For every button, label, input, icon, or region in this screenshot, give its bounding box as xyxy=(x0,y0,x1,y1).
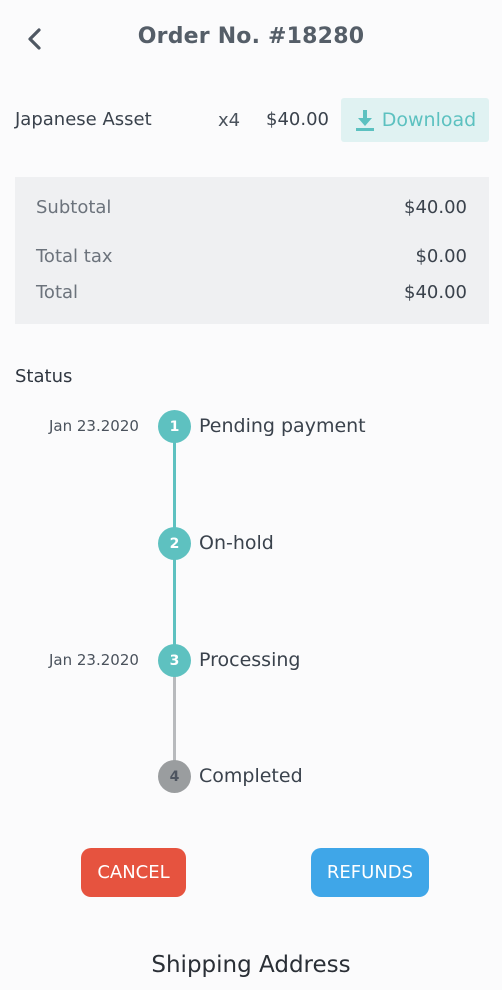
tax-label: Total tax xyxy=(36,246,113,267)
total-value: $40.00 xyxy=(404,282,467,303)
cancel-button[interactable]: CANCEL xyxy=(81,848,186,897)
subtotal-label: Subtotal xyxy=(36,197,112,218)
step-label: Completed xyxy=(199,765,303,787)
total-label: Total xyxy=(36,282,79,303)
item-name: Japanese Asset xyxy=(15,109,152,130)
status-heading: Status xyxy=(15,366,73,387)
download-button[interactable]: Download xyxy=(341,98,489,142)
header: Order No. #18280 xyxy=(0,0,502,80)
download-label: Download xyxy=(381,109,477,131)
page-title: Order No. #18280 xyxy=(137,24,365,49)
step-number-badge: 4 xyxy=(158,760,191,793)
step-number-badge: 2 xyxy=(158,527,191,560)
step-label: Pending payment xyxy=(199,415,366,437)
step-date: Jan 23.2020 xyxy=(49,651,139,669)
order-summary: Subtotal $40.00 Total tax $0.00 Total $4… xyxy=(15,177,489,324)
step-number-badge: 3 xyxy=(158,644,191,677)
timeline-line-pending xyxy=(173,660,176,776)
download-icon xyxy=(355,110,374,131)
step-number-badge: 1 xyxy=(158,410,191,443)
item-quantity: x4 xyxy=(218,110,241,131)
subtotal-value: $40.00 xyxy=(404,197,467,218)
item-price: $40.00 xyxy=(266,109,329,130)
refunds-button[interactable]: REFUNDS xyxy=(311,848,429,897)
step-label: Processing xyxy=(199,649,301,671)
shipping-address-heading: Shipping Address xyxy=(151,952,351,978)
step-date: Jan 23.2020 xyxy=(49,417,139,435)
order-item-row: Japanese Asset x4 $40.00 Download xyxy=(0,96,502,144)
step-label: On-hold xyxy=(199,532,274,554)
tax-value: $0.00 xyxy=(415,246,467,267)
